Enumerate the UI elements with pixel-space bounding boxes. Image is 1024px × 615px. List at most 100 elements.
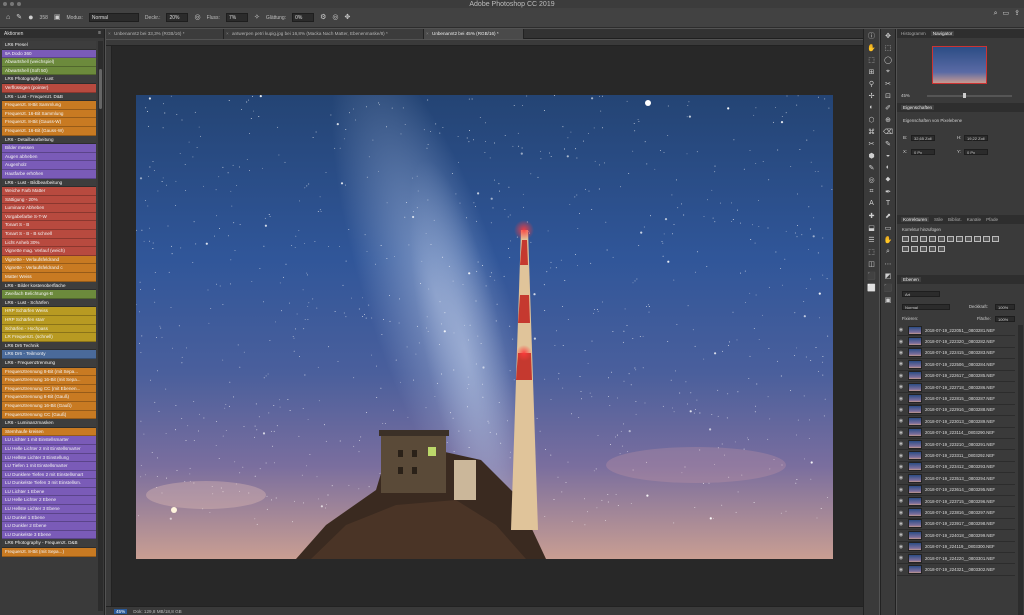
background-color-icon[interactable]: ⬜ <box>866 282 878 293</box>
frame-icon[interactable]: ⬚ <box>866 246 878 257</box>
hand-icon[interactable]: ✋ <box>866 42 878 53</box>
action-item[interactable]: Verflüssigen (pointer) <box>2 83 96 93</box>
layers-scrollbar[interactable] <box>1018 325 1023 615</box>
eye-icon[interactable]: ◉ <box>897 475 905 481</box>
action-item[interactable]: LR6 Presel <box>2 41 96 50</box>
action-item[interactable]: Frequenzt. 8-Bit (mit Sepa...) <box>2 548 96 557</box>
layer-row[interactable]: ◉ 2018-07-19_222718__0803286.NEF <box>897 382 1015 394</box>
document-info[interactable]: Dok: 129,8 MB/18,8 GB <box>133 609 182 614</box>
more-tools-icon[interactable]: ⋯ <box>882 258 894 269</box>
action-item[interactable]: LU Lichter 1 Ebene <box>2 487 96 497</box>
menu-icon[interactable]: ☰ <box>866 234 878 245</box>
bw-icon[interactable] <box>965 236 972 242</box>
layer-row[interactable]: ◉ 2018-07-19_223114__0803290.NEF <box>897 428 1015 439</box>
plus-icon[interactable]: ✚ <box>866 210 878 221</box>
type-icon[interactable]: A <box>866 198 878 209</box>
action-item[interactable]: Hautfarbe erhöhen <box>2 169 96 179</box>
action-item[interactable]: 9A Dodo 360 <box>2 49 96 59</box>
eye-icon[interactable]: ◉ <box>897 521 905 527</box>
selective-color-icon[interactable] <box>938 246 945 252</box>
y-input[interactable]: 0 Px <box>964 149 988 155</box>
brush-tool-preset-icon[interactable]: ✎ <box>16 14 22 21</box>
zoom-level[interactable]: 45% <box>114 608 128 614</box>
layer-row[interactable]: ◉ 2018-07-19_223614__0803295.NEF <box>897 485 1015 496</box>
action-item[interactable]: LR6 - Lust - Frequenzt. D&B <box>2 92 96 102</box>
marquee-icon[interactable]: ⬚ <box>866 54 878 65</box>
gear-icon[interactable]: ⚙ <box>320 14 326 21</box>
navigator-zoom-thumb[interactable] <box>963 93 966 98</box>
workspace-icon[interactable]: ▭ <box>1003 10 1010 17</box>
tab-paths[interactable]: Pfade <box>986 217 998 222</box>
height-input[interactable]: 19,22 Zoll <box>964 135 988 141</box>
x-input[interactable]: 0 Px <box>911 149 935 155</box>
action-item[interactable]: Tonart S - B - B schnell <box>2 230 96 239</box>
layer-row[interactable]: ◉ 2018-07-19_223210__0803291.NEF <box>897 439 1015 451</box>
navigator-zoom-slider[interactable] <box>927 95 1012 97</box>
action-item[interactable]: HRP Schärfen Weiss <box>2 307 96 316</box>
eye-icon[interactable]: ◉ <box>897 373 905 379</box>
pressure-size-icon[interactable]: ◎ <box>332 14 338 21</box>
lasso-icon[interactable]: ◯ <box>882 54 894 65</box>
tab-navigator[interactable]: Navigator <box>930 31 955 36</box>
hue-icon[interactable] <box>947 236 954 242</box>
action-item[interactable]: Tonart S - B <box>2 221 96 231</box>
action-item[interactable]: Vorgabefarbe S-T-W <box>2 212 96 222</box>
eye-icon[interactable]: ◉ <box>897 510 905 516</box>
action-item[interactable]: LR6 Dr6 Technik <box>2 341 96 351</box>
posterize-icon[interactable] <box>911 246 918 252</box>
pencil-icon[interactable]: ✎ <box>866 162 878 173</box>
smoothing-input[interactable]: 0% <box>292 13 315 22</box>
layer-row[interactable]: ◉ 2018-07-19_224321__0803302.NEF <box>897 564 1015 576</box>
action-item[interactable]: LU Dunkelste 3 Ebene <box>2 530 96 540</box>
action-item[interactable]: LR6 - Lust - Bildbearbeitung <box>2 178 96 188</box>
eye-icon[interactable]: ◉ <box>897 544 905 550</box>
threshold-icon[interactable] <box>920 246 927 252</box>
clone-stamp-icon[interactable]: ◒ <box>882 150 894 161</box>
color-swap-icon[interactable]: ◩ <box>882 270 894 281</box>
action-item[interactable]: Abwartshell (weichspiel) <box>2 58 96 67</box>
navigator-preview[interactable] <box>932 46 987 84</box>
gradient-icon[interactable]: ⬥ <box>882 174 894 185</box>
layer-row[interactable]: ◉ 2018-07-19_224220__0803301.NEF <box>897 553 1015 565</box>
invert-icon[interactable] <box>902 246 909 252</box>
move-tool-icon[interactable]: ✥ <box>882 30 894 41</box>
rect-marquee-icon[interactable]: ⬚ <box>882 42 894 53</box>
actions-scrollbar-thumb[interactable] <box>99 69 102 109</box>
layer-row[interactable]: ◉ 2018-07-19_223513__0803294.NEF <box>897 473 1015 485</box>
color-lookup-icon[interactable] <box>992 236 999 242</box>
action-item[interactable]: LU Hellste Lichter 3 Ebene <box>2 505 96 514</box>
eye-icon[interactable]: ◉ <box>897 418 905 424</box>
quick-mask-icon[interactable]: ⬛ <box>882 282 894 293</box>
action-item[interactable]: Frequenztrennung CC (mit Ebenen... <box>2 384 96 394</box>
layer-row[interactable]: ◉ 2018-07-19_224018__0803299.NEF <box>897 530 1015 542</box>
zoom-tool-icon[interactable]: ⌕ <box>882 246 894 257</box>
action-item[interactable]: HRP Schärfen starr <box>2 316 96 325</box>
target-icon[interactable]: ◎ <box>866 174 878 185</box>
eraser-icon[interactable]: ⌫ <box>882 126 894 137</box>
mode-select[interactable]: Normal <box>88 13 139 22</box>
action-item[interactable]: Schärfen - Hochpass <box>2 324 96 334</box>
tab-libraries[interactable]: Bibliot. <box>948 217 962 222</box>
action-item[interactable]: LU Dunkelste Tiefen 3 mit Einstellsm. <box>2 479 96 488</box>
layer-row[interactable]: ◉ 2018-07-19_222415__0803283.NEF <box>897 348 1015 360</box>
rectangle-icon[interactable]: ▭ <box>882 222 894 233</box>
home-icon[interactable]: ⌂ <box>6 14 10 21</box>
photo-filter-icon[interactable] <box>974 236 981 242</box>
navigator-zoom-value[interactable]: 45% <box>901 93 910 98</box>
eye-icon[interactable]: ◉ <box>897 407 905 413</box>
brightness-icon[interactable] <box>902 236 909 242</box>
photo-canvas[interactable] <box>136 95 833 559</box>
action-item[interactable]: Frequenzt. 16-Bit Sammlung <box>2 109 96 119</box>
eye-icon[interactable]: ◉ <box>897 384 905 390</box>
pen-icon[interactable]: ✒ <box>882 186 894 197</box>
healing-icon[interactable]: ⊕ <box>882 114 894 125</box>
tab-document-3[interactable]: × Unbenannt2 bei 45% (RGB/16) * <box>424 29 524 39</box>
action-item[interactable]: Frequenzt. 16-Bit (Gauss-W) <box>2 126 96 136</box>
action-item[interactable]: Licht Anheb 30% <box>2 238 96 248</box>
artboard-icon[interactable]: ◫ <box>866 258 878 269</box>
eye-icon[interactable]: ◉ <box>897 555 905 561</box>
levels-icon[interactable] <box>911 236 918 242</box>
eye-icon[interactable]: ◉ <box>897 532 905 538</box>
eye-icon[interactable]: ◉ <box>897 339 905 345</box>
close-window-button[interactable] <box>3 2 7 6</box>
